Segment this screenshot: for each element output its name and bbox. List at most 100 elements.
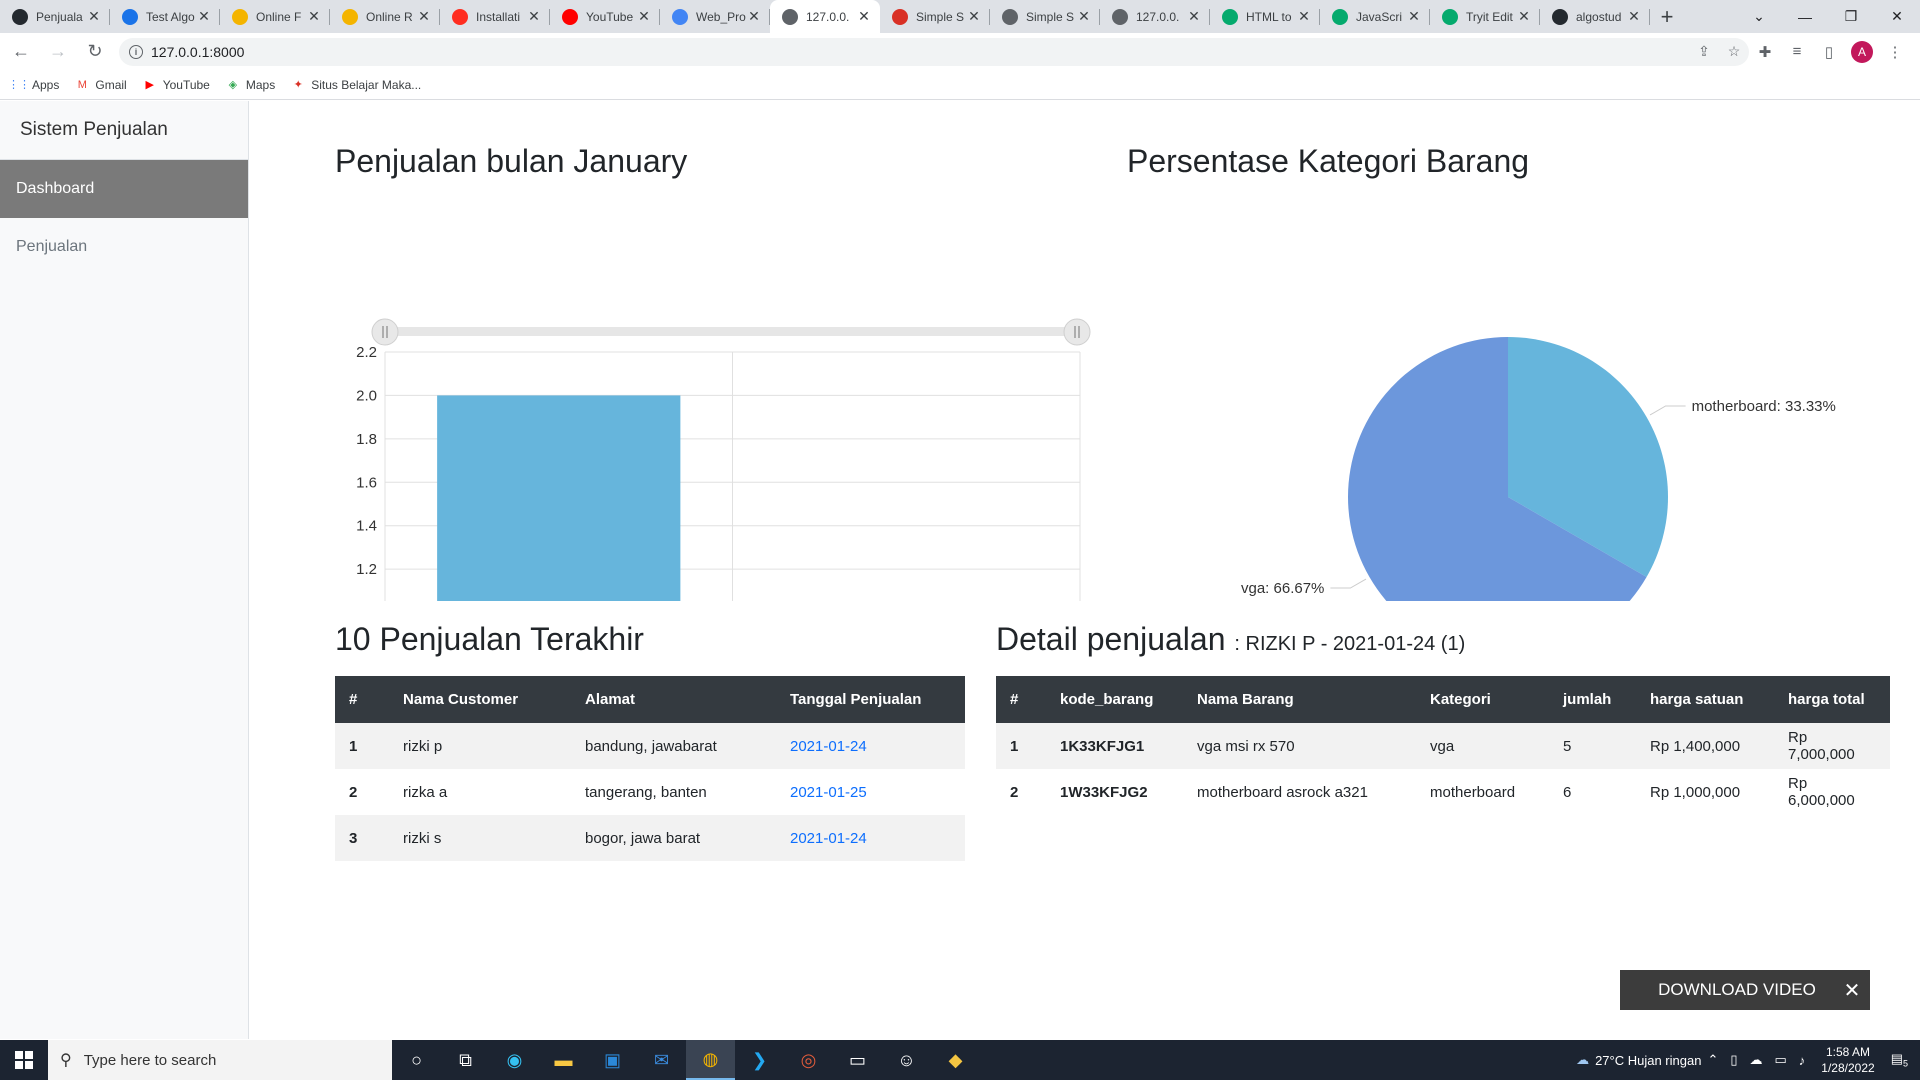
- browser-tab[interactable]: Simple S ✕: [990, 0, 1100, 33]
- browser-tab[interactable]: algostud ✕: [1540, 0, 1650, 33]
- restore-icon[interactable]: ❐: [1828, 0, 1874, 33]
- close-window-icon[interactable]: ✕: [1874, 0, 1920, 33]
- browser-tab[interactable]: 127.0.0. ✕: [1100, 0, 1210, 33]
- browser-tab-strip: Penjuala ✕ Test Algo ✕ Online F ✕ Online R ✕ Ins…: [0, 0, 1920, 33]
- browser-tab[interactable]: Penjuala ✕: [0, 0, 110, 33]
- bookmark-item[interactable]: ▶ YouTube: [143, 78, 209, 92]
- browser-toolbar: ← → ↻ i 127.0.0.1:8000 ⇪ ☆ ✚ ≡ ▯ A ⋮: [0, 33, 1920, 70]
- close-tab-icon[interactable]: ✕: [856, 8, 872, 25]
- zoom-slider-left-handle[interactable]: [371, 318, 399, 346]
- browser-tab[interactable]: 127.0.0. ✕: [770, 0, 880, 33]
- zoom-slider-right-handle[interactable]: [1063, 318, 1091, 346]
- search-icon: ⚲: [60, 1052, 72, 1069]
- zoom-slider-track[interactable]: [386, 327, 1074, 336]
- vscode-icon[interactable]: ❯: [735, 1040, 784, 1080]
- tab-search-icon[interactable]: ⌄: [1742, 0, 1776, 33]
- browser-tab[interactable]: Test Algo ✕: [110, 0, 220, 33]
- close-tab-icon[interactable]: ✕: [1296, 8, 1312, 25]
- taskbar-search-input[interactable]: ⚲ Type here to search: [48, 1040, 392, 1080]
- bookmark-item[interactable]: M Gmail: [75, 78, 127, 92]
- close-tab-icon[interactable]: ✕: [196, 8, 212, 25]
- browser-tab[interactable]: Online F ✕: [220, 0, 330, 33]
- new-tab-icon[interactable]: +: [1650, 0, 1684, 33]
- close-tab-icon[interactable]: ✕: [86, 8, 102, 25]
- task-view-icon[interactable]: ⧉: [441, 1040, 490, 1080]
- profile-avatar[interactable]: A: [1851, 40, 1873, 63]
- sale-date-link[interactable]: 2021-01-25: [790, 784, 867, 801]
- side-panel-icon[interactable]: ▯: [1813, 43, 1845, 61]
- forward-icon[interactable]: →: [42, 38, 74, 66]
- download-video-bar[interactable]: DOWNLOAD VIDEO ✕: [1620, 970, 1870, 1010]
- table-header: Tanggal Penjualan: [776, 676, 965, 723]
- close-tab-icon[interactable]: ✕: [1516, 8, 1532, 25]
- volume-icon[interactable]: ♪: [1799, 1053, 1806, 1068]
- pie-chart-title: Persentase Kategori Barang: [1127, 143, 1530, 179]
- weather-text[interactable]: 27°C Hujan ringan: [1595, 1053, 1701, 1068]
- browser-tab[interactable]: Simple S ✕: [880, 0, 990, 33]
- pie-label-line: [1330, 578, 1367, 589]
- menu-icon[interactable]: ⋮: [1879, 43, 1911, 61]
- reload-icon[interactable]: ↻: [79, 38, 111, 66]
- drive-icon: [122, 8, 138, 25]
- edge-icon[interactable]: ◉: [490, 1040, 539, 1080]
- sidebar-brand[interactable]: Sistem Penjualan: [0, 101, 248, 160]
- browser-tab[interactable]: JavaScri ✕: [1320, 0, 1430, 33]
- tab-separator: [1649, 9, 1650, 25]
- sale-date-link[interactable]: 2021-01-24: [790, 738, 867, 755]
- github-desktop-icon[interactable]: ☺: [882, 1040, 931, 1080]
- sidebar-item-penjualan[interactable]: Penjualan: [0, 218, 248, 276]
- clock[interactable]: 1:58 AM 1/28/2022: [1821, 1044, 1874, 1076]
- bookmark-item[interactable]: ◈ Maps: [226, 78, 276, 92]
- table-header: harga total: [1774, 676, 1890, 723]
- table-row: 1 1K33KFJG1 vga msi rx 570 vga 5 Rp 1,400,000…: [996, 723, 1890, 769]
- site-info-icon[interactable]: i: [129, 44, 143, 59]
- close-tab-icon[interactable]: ✕: [1626, 8, 1642, 25]
- mail-icon[interactable]: ✉: [637, 1040, 686, 1080]
- close-tab-icon[interactable]: ✕: [416, 8, 432, 25]
- git-app-icon[interactable]: ◆: [931, 1040, 980, 1080]
- minimize-icon[interactable]: —: [1782, 0, 1828, 33]
- terminal-icon[interactable]: ▭: [833, 1040, 882, 1080]
- close-tab-icon[interactable]: ✕: [526, 8, 542, 25]
- close-tab-icon[interactable]: ✕: [746, 8, 762, 25]
- battery-icon[interactable]: ▯: [1730, 1052, 1737, 1068]
- browser-tab[interactable]: Online R ✕: [330, 0, 440, 33]
- store-icon[interactable]: ▣: [588, 1040, 637, 1080]
- bookmark-item[interactable]: ✦ Situs Belajar Maka...: [291, 78, 422, 92]
- sidebar-item-dashboard[interactable]: Dashboard: [0, 160, 248, 218]
- browser-tab[interactable]: YouTube ✕: [550, 0, 660, 33]
- browser-tab[interactable]: Tryit Edit ✕: [1430, 0, 1540, 33]
- bookmark-item[interactable]: ⋮⋮ Apps: [8, 78, 59, 92]
- notification-icon[interactable]: ▤5: [1891, 1051, 1908, 1069]
- close-tab-icon[interactable]: ✕: [1186, 8, 1202, 25]
- close-tab-icon[interactable]: ✕: [306, 8, 322, 25]
- bookmark-star-icon[interactable]: ☆: [1719, 43, 1749, 60]
- cloud-icon[interactable]: ☁: [1750, 1052, 1763, 1068]
- back-icon[interactable]: ←: [5, 38, 37, 66]
- file-explorer-icon[interactable]: ▬: [539, 1040, 588, 1080]
- sale-date-link[interactable]: 2021-01-24: [790, 830, 867, 847]
- close-tab-icon[interactable]: ✕: [1406, 8, 1422, 25]
- cortana-icon[interactable]: ○: [392, 1040, 441, 1080]
- close-icon[interactable]: ✕: [1834, 978, 1870, 1003]
- bar-24[interactable]: [437, 395, 681, 656]
- media-control-icon[interactable]: ≡: [1781, 43, 1813, 60]
- download-video-button[interactable]: DOWNLOAD VIDEO: [1620, 980, 1834, 1000]
- table-cell: 1W33KFJG2: [1060, 783, 1148, 801]
- windows-start-icon[interactable]: [0, 1040, 48, 1080]
- browser-tab[interactable]: HTML to ✕: [1210, 0, 1320, 33]
- browser-tab[interactable]: Web_Pro ✕: [660, 0, 770, 33]
- browser-tab-label: Tryit Edit: [1466, 9, 1513, 24]
- network-icon[interactable]: ▭: [1775, 1052, 1787, 1068]
- extensions-icon[interactable]: ✚: [1749, 43, 1781, 61]
- address-bar[interactable]: i 127.0.0.1:8000 ⇪ ☆: [119, 37, 1749, 66]
- chevron-up-icon[interactable]: ⌃: [1707, 1052, 1718, 1068]
- close-tab-icon[interactable]: ✕: [1076, 8, 1092, 25]
- media-app-icon[interactable]: ◎: [784, 1040, 833, 1080]
- close-tab-icon[interactable]: ✕: [966, 8, 982, 25]
- chrome-icon[interactable]: ◍: [686, 1040, 735, 1080]
- share-icon[interactable]: ⇪: [1689, 43, 1719, 60]
- close-tab-icon[interactable]: ✕: [636, 8, 652, 25]
- table-cell: bogor, jawa barat: [571, 815, 776, 861]
- browser-tab[interactable]: Installati ✕: [440, 0, 550, 33]
